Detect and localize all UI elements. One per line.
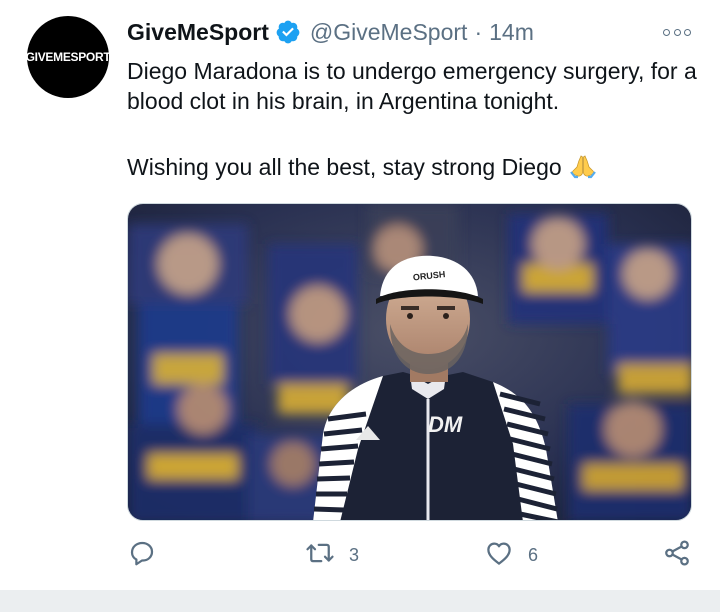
tweet-card[interactable]: GIVEMESPORT GiveMeSport @GiveMeSport · 1… [0, 0, 720, 590]
avatar-logo-text: GIVEMESPORT [25, 50, 111, 64]
separator-dot: · [474, 18, 483, 45]
heart-icon [484, 538, 514, 573]
handle[interactable]: @GiveMeSport [310, 19, 468, 46]
tweet-text: Diego Maradona is to undergo emergency s… [127, 56, 707, 182]
tweet-actions: 3 6 [127, 537, 697, 573]
reply-icon [127, 538, 157, 573]
like-count: 6 [528, 544, 539, 565]
avatar[interactable]: GIVEMESPORT [25, 16, 111, 98]
timeline-divider [0, 590, 720, 612]
photo-maradona: DM ORUSH [128, 204, 691, 520]
share-button[interactable] [662, 537, 692, 573]
retweet-count: 3 [349, 544, 360, 565]
folded-hands-icon [568, 153, 598, 179]
tweet-text-line-2: Wishing you all the best, stay strong Di… [127, 152, 707, 182]
retweet-button[interactable]: 3 [305, 537, 359, 573]
tweet-text-line-2-text: Wishing you all the best, stay strong Di… [127, 154, 562, 180]
timestamp[interactable]: 14m [489, 19, 534, 46]
display-name[interactable]: GiveMeSport [127, 19, 269, 46]
tweet-text-line-1: Diego Maradona is to undergo emergency s… [127, 58, 697, 114]
share-icon [662, 538, 692, 573]
jacket-logo-text: DM [428, 412, 463, 437]
tweet-header: GiveMeSport @GiveMeSport · 14m [127, 16, 534, 48]
retweet-icon [305, 538, 335, 573]
reply-button[interactable] [127, 537, 157, 573]
tweet-photo[interactable]: DM ORUSH [127, 203, 692, 521]
verified-badge-icon [275, 19, 301, 45]
more-options-icon[interactable] [663, 24, 691, 40]
like-button[interactable]: 6 [484, 537, 538, 573]
